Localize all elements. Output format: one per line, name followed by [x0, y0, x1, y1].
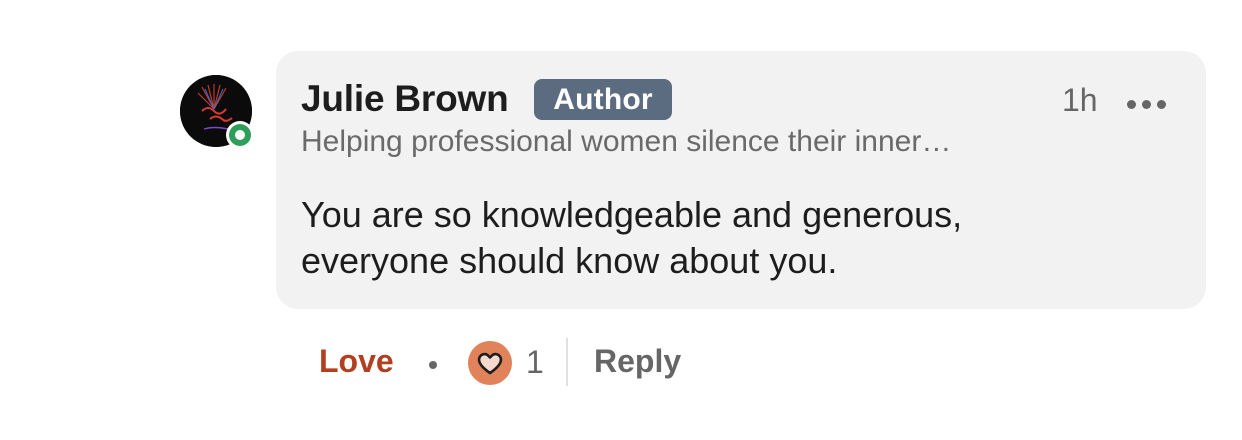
author-headline: Helping professional women silence their…	[301, 125, 952, 158]
ellipsis-icon	[1157, 100, 1166, 109]
reply-button[interactable]: Reply	[594, 343, 681, 380]
heart-reaction-icon[interactable]	[468, 341, 512, 385]
comment-text-line: You are so knowledgeable and generous,	[301, 194, 963, 235]
comment-text: You are so knowledgeable and generous, e…	[301, 192, 1181, 284]
author-badge: Author	[534, 79, 672, 120]
more-options-button[interactable]	[1120, 86, 1172, 122]
heart-icon	[477, 352, 503, 375]
comment-timestamp: 1h	[1062, 82, 1098, 118]
online-dot-icon	[235, 130, 245, 140]
love-reaction-button[interactable]: Love	[319, 343, 394, 380]
author-name[interactable]: Julie Brown	[301, 78, 509, 120]
action-divider	[566, 338, 568, 386]
ellipsis-icon	[1142, 100, 1151, 109]
separator-dot	[429, 361, 437, 369]
ellipsis-icon	[1127, 100, 1136, 109]
online-status-indicator	[226, 121, 254, 149]
comment-text-line: everyone should know about you.	[301, 240, 838, 281]
reaction-count[interactable]: 1	[526, 344, 544, 381]
